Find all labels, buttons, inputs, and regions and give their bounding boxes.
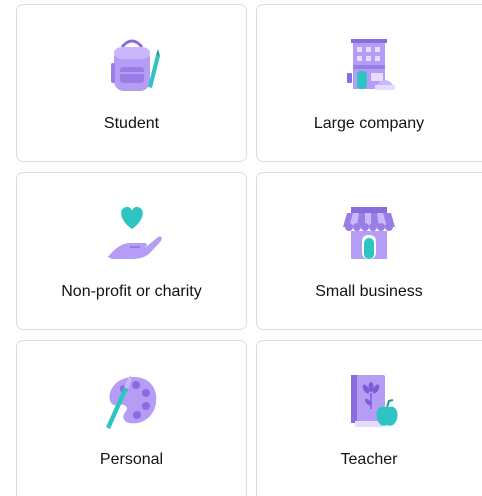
storefront-icon — [337, 201, 401, 265]
option-card-personal[interactable]: Personal — [16, 340, 247, 496]
option-card-small-business[interactable]: Small business — [256, 172, 482, 330]
office-building-icon — [337, 33, 401, 97]
option-card-student[interactable]: Student — [16, 4, 247, 162]
book-with-apple-icon — [337, 369, 401, 433]
option-card-teacher[interactable]: Teacher — [256, 340, 482, 496]
option-label: Student — [103, 115, 160, 132]
user-type-grid: Student Large company Non-profit or char… — [0, 0, 482, 496]
option-card-large-company[interactable]: Large company — [256, 4, 482, 162]
option-label: Non-profit or charity — [61, 283, 202, 300]
option-label: Large company — [313, 115, 425, 132]
option-card-non-profit[interactable]: Non-profit or charity — [16, 172, 247, 330]
backpack-icon — [100, 33, 164, 97]
paint-palette-icon — [100, 369, 164, 433]
heart-in-hand-icon — [100, 201, 164, 265]
option-label: Small business — [315, 283, 423, 300]
option-label: Teacher — [340, 451, 398, 468]
option-label: Personal — [99, 451, 164, 468]
